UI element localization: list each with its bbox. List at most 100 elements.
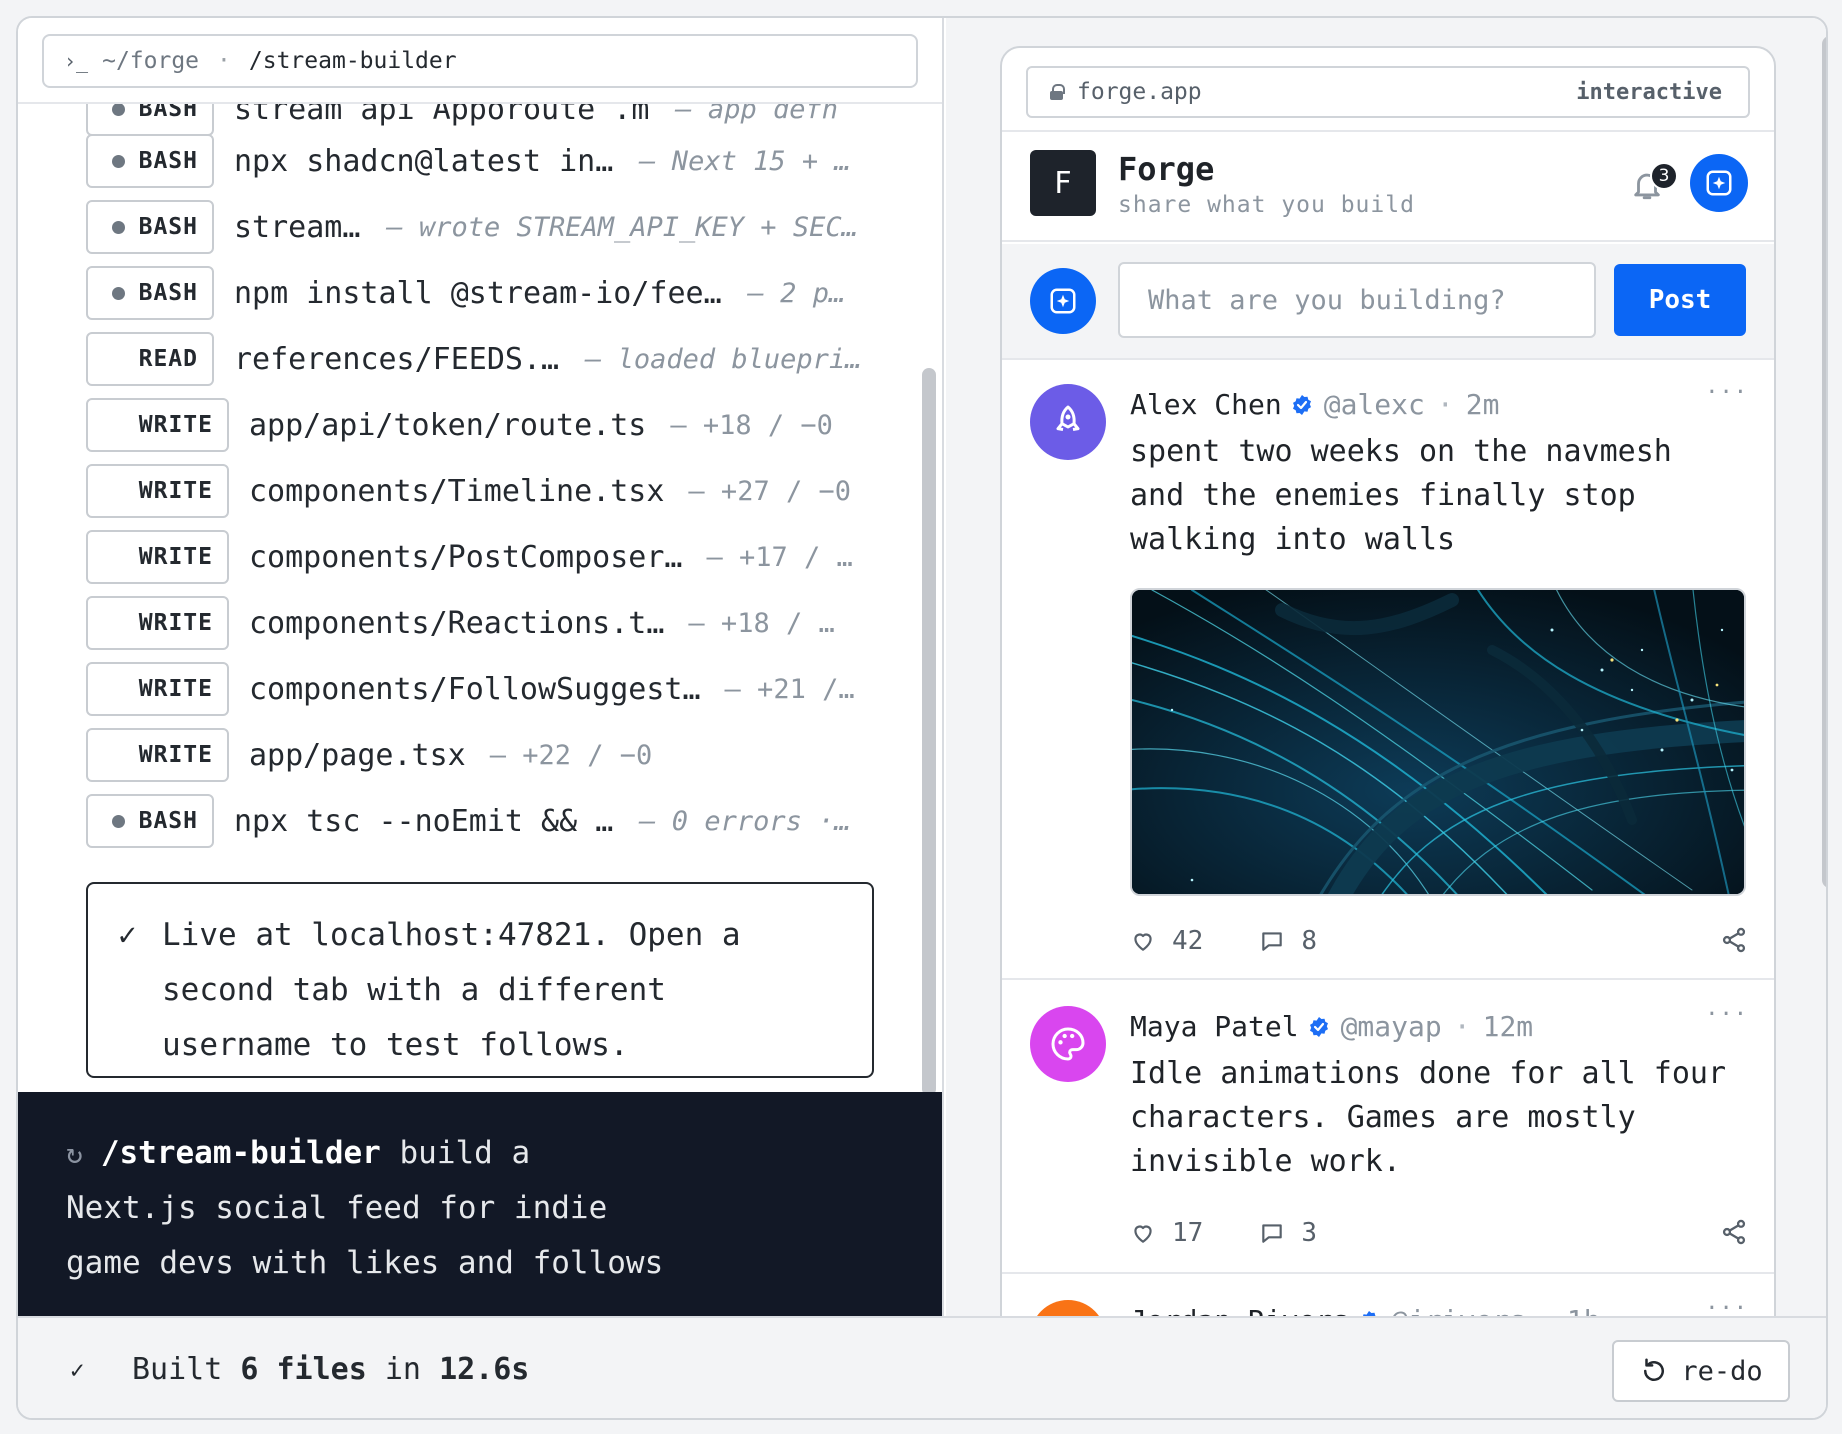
preview-scrollbar[interactable] (1822, 36, 1826, 888)
post-actions: 42 8 (1130, 926, 1317, 956)
log-note: — wrote STREAM_API_KEY + SEC… (386, 211, 858, 243)
feed: Alex Chen @alexc · 2m ··· spent two week… (1002, 360, 1774, 1316)
notification-count: 3 (1650, 162, 1678, 190)
share-icon[interactable] (1720, 1218, 1748, 1246)
log-row[interactable]: WRITE components/PostComposer… — +17 / … (86, 530, 853, 584)
bash-badge: BASH (86, 794, 214, 848)
heart-icon (1134, 933, 1152, 951)
redo-icon (1644, 1358, 1665, 1381)
log-diff-stat: — +17 / … (706, 541, 853, 573)
comment-button[interactable]: 8 (1259, 926, 1317, 956)
log-row[interactable]: WRITE components/FollowSuggest… — +21 /… (86, 662, 855, 716)
more-options-icon[interactable]: ··· (1705, 1296, 1748, 1316)
bash-badge: BASH (86, 134, 214, 188)
author-name[interactable]: Jordan Rivers (1130, 1304, 1349, 1316)
comment-icon (1262, 1224, 1283, 1243)
write-badge: WRITE (86, 398, 229, 452)
agent-log-pane: ›_ ~/forge · /stream-builder BASH stream… (18, 18, 944, 1316)
heart-icon (1134, 1225, 1152, 1243)
more-options-icon[interactable]: ··· (1705, 1002, 1748, 1027)
post-meta: Maya Patel @mayap · 12m (1130, 1010, 1534, 1043)
log-command: references/FEEDS.… (234, 341, 560, 377)
bash-badge: BASH (86, 200, 214, 254)
sparkle-icon (1706, 170, 1732, 196)
check-icon: ✓ (118, 917, 137, 953)
post-composer: Post (1002, 244, 1774, 360)
feed-post: Jordan Rivers @jrivers · 1h ··· (1002, 1276, 1774, 1316)
completion-text: Live at localhost:47821. Open a second t… (162, 917, 741, 1063)
author-name[interactable]: Alex Chen (1130, 388, 1282, 421)
like-button[interactable]: 42 (1130, 926, 1203, 956)
status-dot-icon (111, 286, 125, 300)
log-row[interactable]: WRITE components/Reactions.t… — +18 / … (86, 596, 835, 650)
log-row[interactable]: WRITE app/api/token/route.ts — +18 / −0 (86, 398, 833, 452)
app-name: Forge (1118, 150, 1215, 188)
url-host: forge.app (1077, 79, 1202, 105)
log-row[interactable]: BASH npx shadcn@latest in… — Next 15 + … (86, 134, 851, 188)
author-name[interactable]: Maya Patel (1130, 1010, 1299, 1043)
preview-pane: forge.app interactive F Forge share what… (946, 18, 1826, 1316)
url-bar[interactable]: forge.app interactive (1026, 66, 1750, 118)
app-tagline: share what you build (1118, 192, 1415, 218)
log-row[interactable]: BASH stream… — wrote STREAM_API_KEY + SE… (86, 200, 858, 254)
post-meta: Jordan Rivers @jrivers · 1h (1130, 1304, 1601, 1316)
palette-icon (1051, 1027, 1085, 1061)
log-row[interactable]: BASH stream api Apporoute .m — app defn (86, 104, 838, 136)
log-command: components/Timeline.tsx (249, 473, 665, 509)
log-row[interactable]: WRITE components/Timeline.tsx — +27 / −0 (86, 464, 851, 518)
post-image[interactable] (1130, 588, 1746, 896)
log-row[interactable]: READ references/FEEDS.… — loaded bluepri… (86, 332, 861, 386)
log-scrollbar[interactable] (922, 368, 936, 1096)
log-row[interactable]: BASH npx tsc --noEmit && … — 0 errors ·… (86, 794, 851, 848)
log-command: stream… (234, 209, 361, 245)
status-dot-icon (111, 220, 125, 234)
lock-icon (1050, 84, 1065, 100)
like-button[interactable]: 17 (1130, 1218, 1203, 1248)
path-bar[interactable]: ›_ ~/forge · /stream-builder (42, 34, 918, 88)
read-badge: READ (86, 332, 214, 386)
completion-message: ✓ Live at localhost:47821. Open a second… (86, 882, 874, 1078)
avatar[interactable] (1030, 384, 1106, 460)
terminal-line: build a (399, 1135, 531, 1171)
app-header: F Forge share what you build 3 (1002, 132, 1774, 242)
log-row[interactable]: BASH npm install @stream-io/fee… — 2 p… (86, 266, 845, 320)
post-button[interactable]: Post (1614, 264, 1746, 336)
rerun-icon: ↻ (66, 1137, 83, 1170)
comment-button[interactable]: 3 (1259, 1218, 1317, 1248)
log-command: components/PostComposer… (249, 539, 683, 575)
avatar[interactable] (1030, 1300, 1106, 1316)
log-command: app/page.tsx (249, 737, 466, 773)
app-window: ›_ ~/forge · /stream-builder BASH stream… (16, 16, 1828, 1420)
log-command: stream api Apporoute .m (234, 104, 650, 127)
write-badge: WRITE (86, 728, 229, 782)
log-diff-stat: — +22 / −0 (489, 739, 653, 771)
avatar[interactable] (1030, 1006, 1106, 1082)
log-note: — app defn (675, 104, 838, 125)
path-separator: · (217, 48, 231, 74)
avatar (1030, 268, 1096, 334)
log-row[interactable]: WRITE app/page.tsx — +22 / −0 (86, 728, 652, 782)
log-note: — loaded bluepri… (585, 343, 862, 375)
browser-preview: forge.app interactive F Forge share what… (1000, 46, 1776, 1316)
like-count: 42 (1172, 926, 1204, 956)
status-dot-icon (111, 154, 125, 168)
new-post-button[interactable] (1690, 154, 1748, 212)
log-command: npx tsc --noEmit && … (234, 803, 614, 839)
terminal-line: game devs with likes and follows (66, 1245, 664, 1281)
more-options-icon[interactable]: ··· (1705, 380, 1748, 405)
feed-post: Alex Chen @alexc · 2m ··· spent two week… (1002, 360, 1774, 980)
log-command: npx shadcn@latest in… (234, 143, 614, 179)
redo-button[interactable]: re-do (1612, 1340, 1790, 1402)
write-badge: WRITE (86, 464, 229, 518)
comment-count: 8 (1301, 926, 1317, 956)
build-summary: Built 6 files in 12.6s (132, 1352, 530, 1387)
log-note: — 2 p… (747, 277, 846, 309)
like-count: 17 (1172, 1218, 1204, 1248)
terminal-command: /stream-builder (100, 1135, 381, 1171)
compose-input[interactable] (1118, 262, 1596, 338)
log-command: npm install @stream-io/fee… (234, 275, 722, 311)
sparkle-icon (1050, 288, 1076, 314)
app-logo: F (1030, 150, 1096, 216)
rocket-icon (1056, 405, 1080, 431)
share-icon[interactable] (1720, 926, 1748, 954)
